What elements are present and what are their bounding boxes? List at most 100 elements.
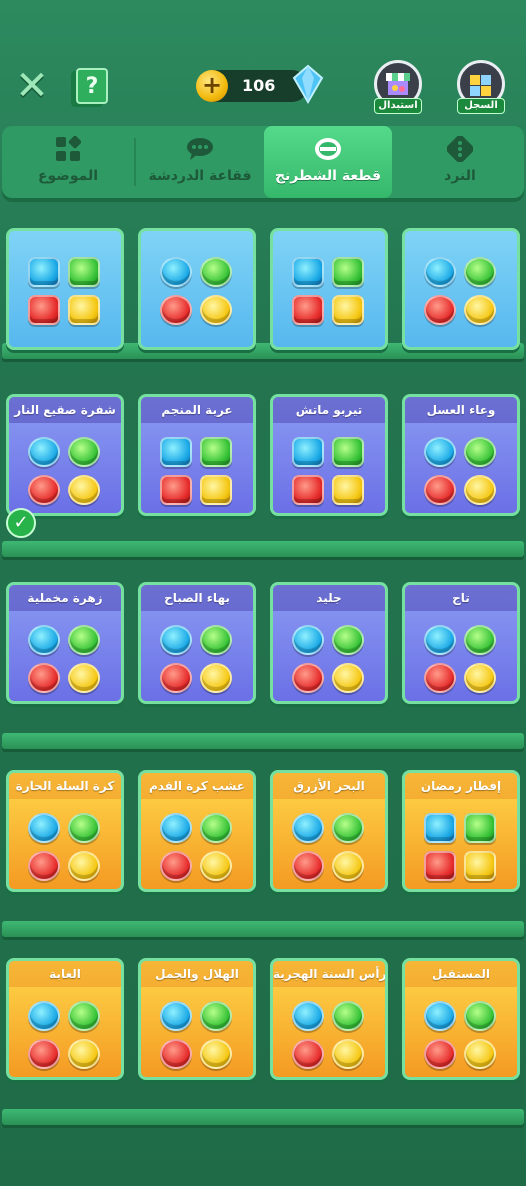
piece-set-preview — [424, 1001, 498, 1071]
piece-card-title: وعاء العسل — [405, 397, 517, 423]
piece-icon — [200, 625, 232, 655]
piece-card-title — [141, 231, 253, 257]
piece-card[interactable]: كرة السلة الحارة — [6, 770, 124, 892]
piece-icon — [292, 813, 324, 843]
piece-card-title: شفرة صقيع النار — [9, 397, 121, 423]
chat-bubble-icon — [186, 136, 214, 162]
piece-icon — [332, 437, 364, 467]
piece-icon — [292, 437, 324, 467]
piece-set-preview — [292, 625, 366, 695]
shelf-divider — [2, 733, 524, 749]
piece-card[interactable] — [402, 228, 520, 350]
piece-card[interactable]: الغابة — [6, 958, 124, 1080]
piece-icon — [68, 1039, 100, 1069]
piece-card-title: البحر الأزرق — [273, 773, 385, 799]
piece-icon — [464, 663, 496, 693]
piece-icon — [424, 813, 456, 843]
piece-card[interactable]: الهلال والجمل — [138, 958, 256, 1080]
piece-card[interactable]: عشب كرة القدم — [138, 770, 256, 892]
close-icon[interactable]: ✕ — [14, 66, 50, 106]
piece-card[interactable]: جليد — [270, 582, 388, 704]
piece-card[interactable]: المستقبل — [402, 958, 520, 1080]
tab-chat-bubble[interactable]: فقاعة الدردشة — [136, 126, 264, 198]
piece-icon — [464, 1039, 496, 1069]
piece-card[interactable]: بهاء الصباح — [138, 582, 256, 704]
piece-card[interactable]: إفطار رمضان — [402, 770, 520, 892]
exchange-button[interactable]: استبدال — [372, 60, 424, 116]
piece-set-preview — [160, 1001, 234, 1071]
piece-set-preview — [28, 437, 102, 507]
piece-card[interactable]: رأس السنة الهجرية — [270, 958, 388, 1080]
piece-card[interactable] — [270, 228, 388, 350]
piece-icon — [332, 663, 364, 693]
piece-icon — [68, 295, 100, 325]
chess-piece-icon — [314, 136, 342, 162]
piece-icon — [160, 851, 192, 881]
piece-icon — [200, 1039, 232, 1069]
piece-card-title: تيربو ماتش — [273, 397, 385, 423]
piece-set-preview — [160, 625, 234, 695]
piece-card[interactable]: شفرة صقيع النار — [6, 394, 124, 516]
piece-card-title: جليد — [273, 585, 385, 611]
piece-set-preview — [28, 257, 102, 327]
piece-card-title: زهرة مخملية — [9, 585, 121, 611]
piece-icon — [424, 257, 456, 287]
piece-card[interactable]: زهرة مخملية — [6, 582, 124, 704]
history-button[interactable]: السجل — [455, 60, 507, 116]
piece-icon — [68, 851, 100, 881]
add-coins-icon[interactable]: + — [196, 70, 228, 102]
piece-set-preview — [292, 813, 366, 883]
piece-card-title: الهلال والجمل — [141, 961, 253, 987]
piece-card-title: رأس السنة الهجرية — [273, 961, 385, 987]
piece-card[interactable] — [6, 228, 124, 350]
piece-icon — [28, 257, 60, 287]
piece-card[interactable]: البحر الأزرق — [270, 770, 388, 892]
tab-theme[interactable]: الموضوع — [4, 126, 132, 198]
tab-label: قطعة الشطرنج — [274, 168, 382, 184]
tab-dice[interactable]: النرد — [396, 126, 524, 198]
piece-icon — [424, 475, 456, 505]
piece-icon — [160, 257, 192, 287]
piece-set-preview — [28, 1001, 102, 1071]
piece-card[interactable]: وعاء العسل — [402, 394, 520, 516]
piece-icon — [464, 813, 496, 843]
piece-card-title — [405, 231, 517, 257]
piece-icon — [200, 1001, 232, 1031]
piece-set-preview — [424, 625, 498, 695]
tab-chess-piece[interactable]: قطعة الشطرنج — [264, 126, 392, 198]
piece-icon — [464, 295, 496, 325]
piece-icon — [28, 663, 60, 693]
piece-icon — [292, 475, 324, 505]
piece-card-title — [273, 231, 385, 257]
piece-icon — [332, 625, 364, 655]
piece-card-title — [9, 231, 121, 257]
piece-icon — [292, 1039, 324, 1069]
piece-icon — [28, 851, 60, 881]
piece-icon — [160, 1039, 192, 1069]
currency-amount: 106 — [242, 76, 276, 95]
piece-set-preview — [424, 813, 498, 883]
piece-icon — [68, 437, 100, 467]
piece-icon — [424, 625, 456, 655]
piece-card[interactable]: عربة المنجم — [138, 394, 256, 516]
piece-set-preview — [160, 437, 234, 507]
piece-icon — [292, 257, 324, 287]
piece-icon — [68, 813, 100, 843]
history-label: السجل — [457, 98, 505, 114]
piece-icon — [424, 295, 456, 325]
shelf-divider — [2, 541, 524, 557]
piece-card[interactable]: تيربو ماتش — [270, 394, 388, 516]
piece-icon — [332, 851, 364, 881]
piece-icon — [332, 257, 364, 287]
piece-icon — [200, 851, 232, 881]
piece-icon — [160, 295, 192, 325]
piece-card[interactable]: تاج — [402, 582, 520, 704]
help-icon[interactable]: ? — [76, 68, 108, 104]
piece-icon — [28, 437, 60, 467]
piece-icon — [292, 295, 324, 325]
piece-card[interactable] — [138, 228, 256, 350]
piece-icon — [332, 295, 364, 325]
app-screen: ✕ ? + 106 استبدال السجل الموضوع فقاعة ال… — [0, 0, 526, 1186]
piece-icon — [28, 813, 60, 843]
piece-icon — [68, 625, 100, 655]
